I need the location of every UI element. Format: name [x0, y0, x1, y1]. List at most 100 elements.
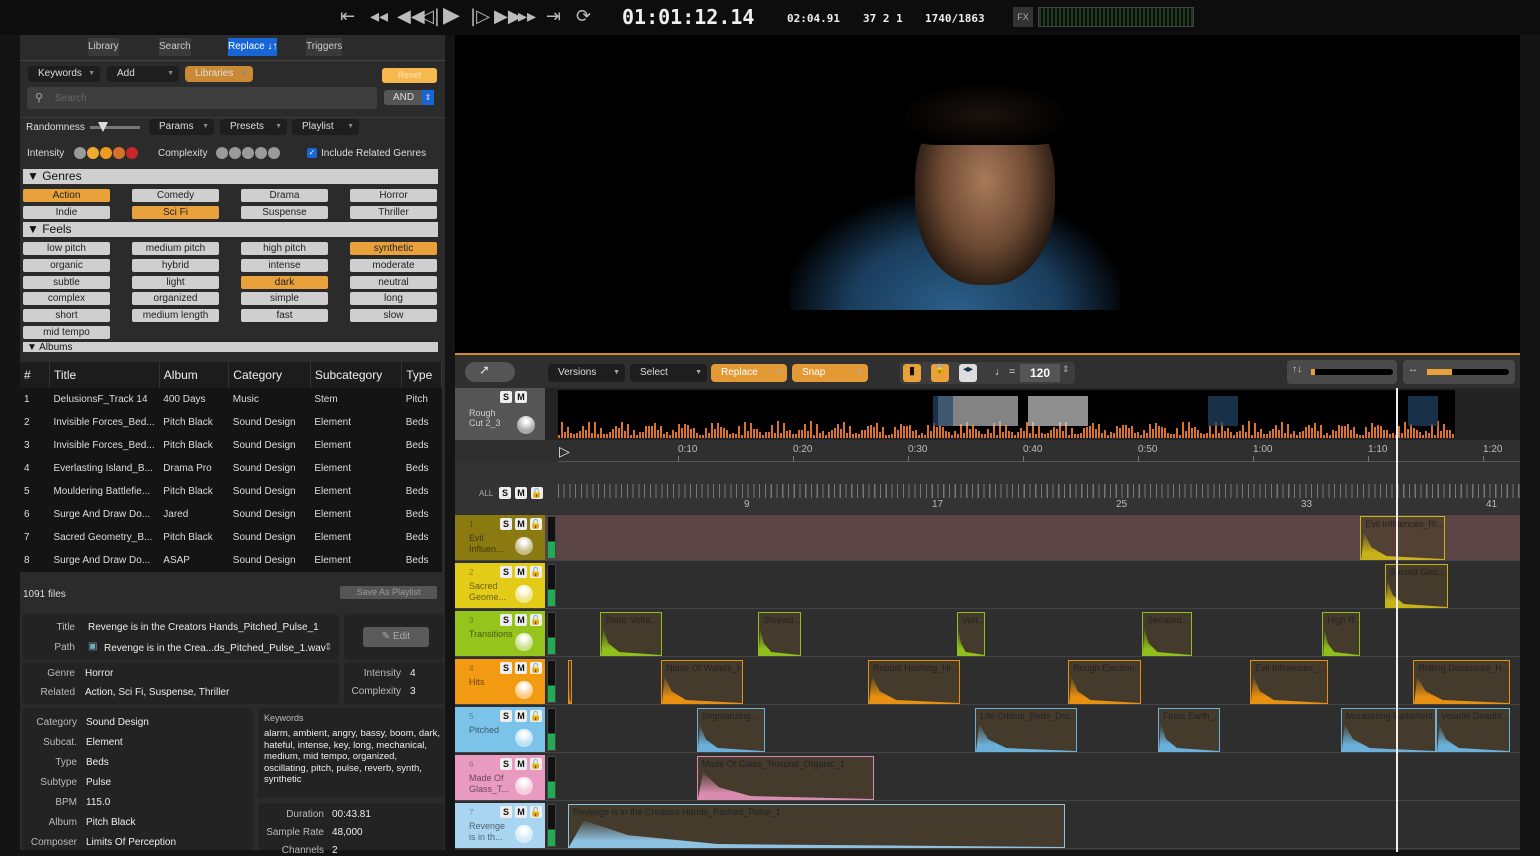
play-icon[interactable]: ▶: [443, 3, 460, 28]
pan-knob[interactable]: [515, 729, 533, 747]
mute-button[interactable]: M: [515, 566, 527, 578]
feel-tag[interactable]: slow: [350, 309, 437, 323]
genre-tag[interactable]: Action: [23, 189, 110, 202]
pan-knob[interactable]: [515, 633, 533, 651]
table-row[interactable]: 1 DelusionsF_Track 14 400 Days Music Stem Pit…: [20, 388, 442, 411]
audio-clip[interactable]: Serrated...: [1141, 612, 1193, 656]
tab-search[interactable]: Search: [159, 38, 191, 56]
mute-all-button[interactable]: M: [515, 487, 527, 499]
reset-button[interactable]: Reset: [382, 68, 437, 83]
feel-tag[interactable]: subtle: [23, 275, 110, 289]
audio-clip[interactable]: Life Critical_Beds_Dro...: [975, 708, 1078, 752]
albums-header[interactable]: ▼ Albums: [23, 342, 438, 352]
pan-knob[interactable]: [515, 585, 533, 603]
next-marker-icon[interactable]: ▸▸: [518, 6, 536, 27]
libraries-dropdown[interactable]: Libraries: [185, 66, 253, 82]
tab-replace[interactable]: Replace ↓↑: [228, 38, 278, 56]
lock-button[interactable]: 🔓: [530, 662, 542, 674]
play-start-marker-icon[interactable]: ▷: [559, 443, 570, 460]
feel-tag[interactable]: high pitch: [241, 242, 328, 255]
lock-button[interactable]: 🔓: [530, 710, 542, 722]
audio-clip[interactable]: Revenge is in the Creators Hands_Pitched…: [568, 804, 1065, 848]
vertical-zoom-slider[interactable]: [1311, 369, 1393, 375]
lock-button[interactable]: 🔓: [530, 806, 542, 818]
tempo-input[interactable]: 120: [1020, 364, 1060, 382]
audio-clip[interactable]: Mouldering Battlefield: [1340, 708, 1437, 752]
feel-tag[interactable]: complex: [23, 292, 110, 306]
tempo-stepper[interactable]: ⇕: [1062, 364, 1070, 375]
mute-button[interactable]: M: [515, 710, 527, 722]
presets-dropdown[interactable]: Presets: [220, 119, 287, 135]
genre-tag[interactable]: Horror: [350, 189, 437, 202]
pan-knob[interactable]: [517, 416, 535, 434]
step-forward-icon[interactable]: |▷: [470, 6, 490, 27]
feel-tag[interactable]: medium pitch: [132, 242, 219, 255]
skip-end-icon[interactable]: ⇥: [546, 6, 561, 27]
step-back-icon[interactable]: ◁|: [420, 6, 440, 27]
track-header[interactable]: 5 Pitched S M 🔓: [455, 707, 545, 752]
column-header-number[interactable]: #: [20, 362, 50, 388]
track-header[interactable]: 7 Revenge is in th... S M 🔓: [455, 803, 545, 848]
feel-tag[interactable]: neutral: [350, 275, 437, 289]
table-row[interactable]: 6 Surge And Draw Do... Jared Sound Design El…: [20, 503, 442, 526]
complexity-dot[interactable]: [216, 147, 228, 160]
solo-button[interactable]: S: [500, 710, 512, 722]
solo-button[interactable]: S: [500, 662, 512, 674]
edit-button[interactable]: ✎ Edit: [363, 627, 429, 647]
track-header[interactable]: 6 Made Of Glass_T... S M 🔓: [455, 755, 545, 800]
feel-tag[interactable]: synthetic: [350, 242, 437, 255]
solo-button[interactable]: S: [500, 758, 512, 770]
table-row[interactable]: 2 Invisible Forces_Bed... Pitch Black Sound…: [20, 411, 442, 434]
and-or-select[interactable]: AND ⇕: [384, 90, 434, 105]
intensity-selector[interactable]: [74, 147, 139, 160]
audio-clip[interactable]: Evil Influences_...: [1249, 660, 1329, 704]
loop-icon[interactable]: ⟳: [576, 6, 591, 27]
track-header[interactable]: 4 Hits S M 🔓: [455, 659, 545, 704]
pan-knob[interactable]: [515, 777, 533, 795]
include-related-checkbox[interactable]: ✓: [307, 148, 317, 158]
audio-clip[interactable]: High R...: [1322, 612, 1361, 656]
pan-knob[interactable]: [515, 681, 533, 699]
playhead[interactable]: [1396, 388, 1398, 852]
marker-tool-icon[interactable]: ▮: [903, 364, 921, 382]
column-header-album[interactable]: Album: [159, 362, 230, 388]
table-row[interactable]: 5 Mouldering Battlefie... Pitch Black Sound…: [20, 480, 442, 503]
track-header[interactable]: 3 Transitions S M 🔓: [455, 611, 545, 656]
lock-button[interactable]: 🔓: [530, 614, 542, 626]
audio-clip[interactable]: Sacred Geo...: [1384, 564, 1448, 608]
intensity-dot[interactable]: [113, 147, 125, 160]
time-ruler[interactable]: ▷ 0:10 0:20 0:30 0:40 0:50 1:00 1:10 1:20: [558, 440, 1520, 462]
audio-clip[interactable]: Stigmatizing...: [696, 708, 765, 752]
feel-tag[interactable]: organic: [23, 258, 110, 272]
column-header-title[interactable]: Title: [49, 362, 160, 388]
replace-dropdown[interactable]: Replace: [711, 364, 787, 382]
feel-tag[interactable]: medium length: [132, 309, 219, 323]
audio-clip[interactable]: Static Volta...: [600, 612, 663, 656]
audio-clip[interactable]: Rough Ejection...: [1068, 660, 1141, 704]
intensity-dot[interactable]: [100, 147, 112, 160]
feel-tag[interactable]: intense: [241, 258, 328, 272]
intensity-dot[interactable]: [74, 147, 86, 160]
horizontal-zoom-slider[interactable]: [1427, 369, 1509, 375]
feel-tag[interactable]: dark: [241, 275, 328, 289]
audio-clip[interactable]: H...: [568, 660, 572, 704]
mute-button[interactable]: M: [515, 758, 527, 770]
search-input[interactable]: ⚲ Search: [27, 87, 377, 109]
randomness-slider[interactable]: [90, 122, 140, 132]
mute-button[interactable]: M: [515, 518, 527, 530]
keywords-dropdown[interactable]: Keywords: [28, 66, 100, 82]
versions-dropdown[interactable]: Versions: [548, 364, 625, 382]
intensity-dot[interactable]: [87, 147, 99, 160]
tab-triggers[interactable]: Triggers: [306, 38, 343, 56]
feel-tag[interactable]: long: [350, 292, 437, 306]
skip-start-icon[interactable]: ⇤: [340, 6, 355, 27]
genre-tag[interactable]: Comedy: [132, 189, 219, 202]
audio-clip[interactable]: Fetus Earth_...: [1157, 708, 1221, 752]
add-dropdown[interactable]: Add: [107, 66, 179, 82]
feel-tag[interactable]: short: [23, 309, 110, 323]
lock-button[interactable]: 🔓: [530, 566, 542, 578]
audio-clip[interactable]: Evil Influences_Ri...: [1360, 516, 1446, 560]
feel-tag[interactable]: simple: [241, 292, 328, 306]
table-row[interactable]: 8 Surge And Draw Do... ASAP Sound Design Ele…: [20, 549, 442, 572]
fx-button[interactable]: FX: [1013, 7, 1033, 27]
